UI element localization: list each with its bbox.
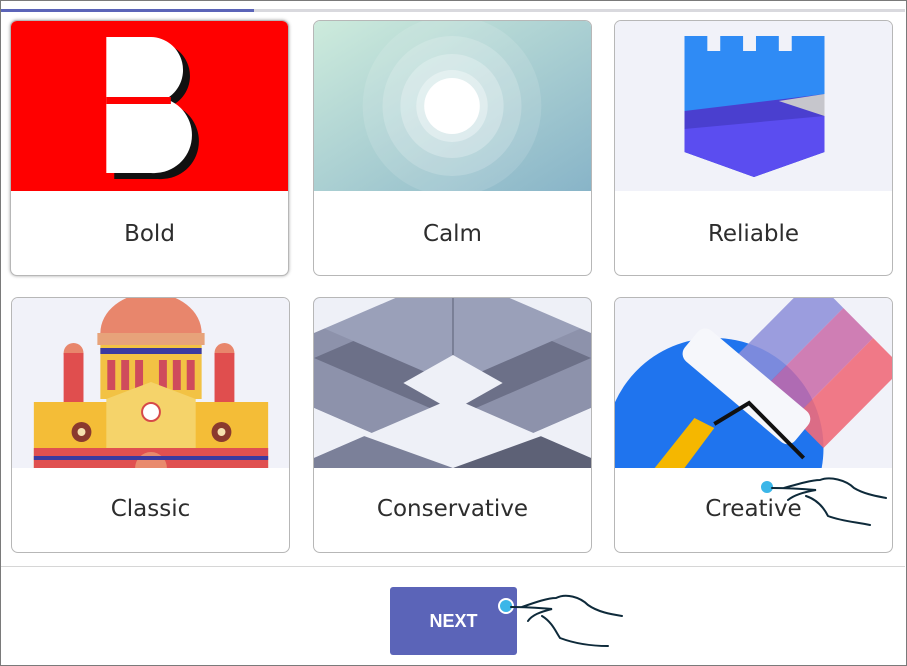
classic-building-icon <box>12 298 289 468</box>
progress-fill <box>1 9 255 12</box>
paint-roller-icon <box>615 298 892 468</box>
style-label: Reliable <box>707 221 800 247</box>
style-card-reliable[interactable]: Reliable <box>614 20 893 276</box>
style-label: Bold <box>124 221 175 247</box>
calm-circles-icon <box>314 21 591 191</box>
castle-shield-icon <box>615 21 892 191</box>
style-label: Classic <box>110 496 191 522</box>
style-card-classic[interactable]: Classic <box>11 297 290 553</box>
progress-track <box>1 9 905 12</box>
style-label: Conservative <box>376 496 529 522</box>
hand-pointer-icon <box>498 594 623 647</box>
style-card-bold[interactable]: Bold <box>10 20 289 276</box>
footer-divider <box>1 566 905 567</box>
style-card-calm[interactable]: Calm <box>313 20 592 276</box>
hand-pointer-icon <box>759 477 887 526</box>
style-label: Calm <box>423 221 482 247</box>
conservative-pattern-icon <box>314 298 591 468</box>
style-card-conservative[interactable]: Conservative <box>313 297 592 553</box>
bold-b-icon <box>11 21 288 191</box>
